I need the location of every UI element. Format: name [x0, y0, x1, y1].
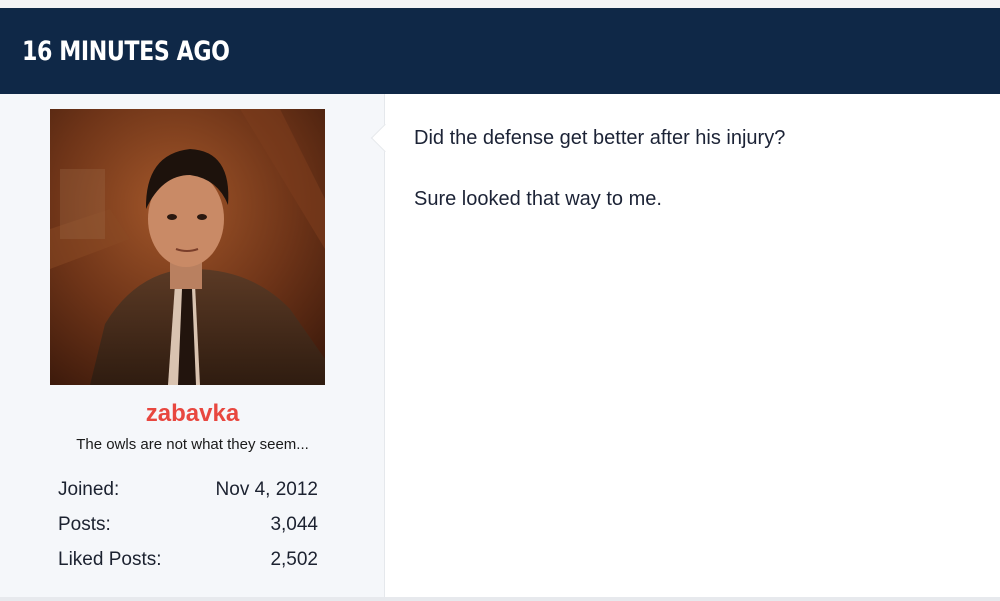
message-line: Did the defense get better after his inj… [414, 127, 786, 149]
stat-row-liked-posts: Liked Posts: 2,502 [58, 542, 318, 577]
avatar[interactable] [50, 109, 325, 385]
post-body: zabavka The owls are not what they seem.… [0, 94, 1000, 597]
user-title: The owls are not what they seem... [76, 436, 309, 453]
stat-value: Nov 4, 2012 [215, 478, 318, 500]
post-header: 16 MINUTES AGO [0, 8, 1000, 94]
top-strip [0, 0, 1000, 8]
bottom-divider [0, 597, 1000, 601]
stat-label: Posts: [58, 513, 111, 535]
user-info-panel: zabavka The owls are not what they seem.… [0, 94, 385, 597]
stat-row-posts: Posts: 3,044 [58, 507, 318, 542]
stat-label: Liked Posts: [58, 548, 162, 570]
post-timestamp[interactable]: 16 MINUTES AGO [22, 36, 230, 67]
user-stats: Joined: Nov 4, 2012 Posts: 3,044 Liked P… [58, 472, 318, 577]
message-area: Did the defense get better after his inj… [370, 94, 1000, 597]
stat-value: 3,044 [270, 513, 318, 535]
stat-value: 2,502 [270, 548, 318, 570]
message-line: Sure looked that way to me. [414, 188, 662, 210]
stat-label: Joined: [58, 478, 120, 500]
username[interactable]: zabavka [0, 400, 385, 428]
stat-row-joined: Joined: Nov 4, 2012 [58, 472, 318, 507]
